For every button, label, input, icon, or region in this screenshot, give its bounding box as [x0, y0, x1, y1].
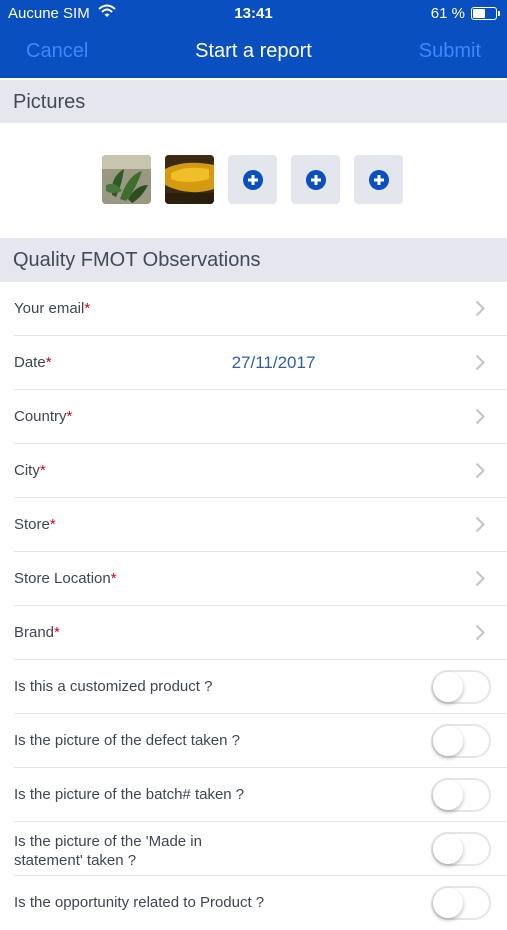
nav-header: Aucune SIM 13:41 61 % Cancel Start a rep…	[0, 0, 507, 78]
chevron-right-icon	[475, 570, 485, 587]
batch-picture-toggle[interactable]	[431, 778, 491, 812]
toggle-row-batch-picture: Is the picture of the batch# taken ?	[0, 768, 507, 822]
field-row-date[interactable]: Date* 27/11/2017	[0, 336, 507, 390]
required-marker: *	[84, 300, 91, 317]
customized-product-toggle[interactable]	[431, 670, 491, 704]
date-value: 27/11/2017	[231, 353, 316, 372]
required-marker: *	[66, 408, 73, 425]
chevron-right-icon	[475, 354, 485, 371]
picture-thumbnail-plant[interactable]	[102, 155, 151, 204]
chevron-right-icon	[475, 408, 485, 425]
quality-section-header: Quality FMOT Observations	[0, 238, 507, 282]
required-marker: *	[54, 624, 60, 641]
field-row-store[interactable]: Store*	[0, 498, 507, 552]
battery-indicator: 61 %	[430, 5, 500, 22]
plus-circle-icon	[242, 169, 263, 190]
field-row-email[interactable]: Your email*	[0, 282, 507, 336]
chevron-right-icon	[475, 300, 485, 317]
field-label: Brand	[14, 624, 55, 641]
chevron-right-icon	[475, 516, 485, 533]
field-label: Store	[14, 516, 50, 533]
toggle-label: Is the picture of the 'Made in statement'…	[14, 832, 202, 870]
battery-percent: 61 %	[430, 5, 465, 22]
plus-circle-icon	[305, 169, 326, 190]
toggle-label-line2: statement' taken ?	[14, 852, 137, 869]
field-label: Country	[14, 408, 67, 425]
chevron-right-icon	[475, 624, 485, 641]
add-picture-button-3[interactable]	[354, 155, 403, 204]
required-marker: *	[49, 516, 56, 533]
toggle-row-opportunity-product: Is the opportunity related to Product ?	[0, 876, 507, 930]
pictures-row	[102, 155, 403, 204]
toggle-label-line1: Is the picture of the 'Made in	[14, 833, 202, 850]
pictures-section-header: Pictures	[0, 80, 507, 123]
submit-button[interactable]: Submit	[419, 40, 481, 63]
toggle-row-defect-picture: Is the picture of the defect taken ?	[0, 714, 507, 768]
add-picture-button-2[interactable]	[291, 155, 340, 204]
opportunity-product-toggle[interactable]	[431, 886, 491, 920]
pictures-section-title: Pictures	[13, 91, 86, 113]
field-row-city[interactable]: City*	[0, 444, 507, 498]
toggle-row-customized-product: Is this a customized product ?	[0, 660, 507, 714]
picture-thumbnail-yellow[interactable]	[165, 155, 214, 204]
plus-circle-icon	[368, 169, 389, 190]
toggle-label: Is this a customized product ?	[14, 678, 213, 695]
toggle-row-made-in-picture: Is the picture of the 'Made in statement'…	[0, 822, 507, 876]
toggle-label: Is the picture of the batch# taken ?	[14, 786, 245, 803]
chevron-right-icon	[475, 462, 485, 479]
add-picture-button-1[interactable]	[228, 155, 277, 204]
toggle-label: Is the picture of the defect taken ?	[14, 732, 240, 749]
made-in-picture-toggle[interactable]	[431, 832, 491, 866]
field-label: City	[14, 462, 40, 479]
required-marker: *	[110, 570, 117, 587]
toggle-label: Is the opportunity related to Product ?	[14, 894, 265, 911]
field-row-brand[interactable]: Brand*	[0, 606, 507, 660]
defect-picture-toggle[interactable]	[431, 724, 491, 758]
quality-section-title: Quality FMOT Observations	[13, 249, 261, 271]
field-label: Your email	[14, 300, 85, 317]
field-row-store-location[interactable]: Store Location*	[0, 552, 507, 606]
battery-icon	[471, 7, 500, 20]
field-label: Store Location	[14, 570, 111, 587]
required-marker: *	[39, 462, 46, 479]
field-row-country[interactable]: Country*	[0, 390, 507, 444]
